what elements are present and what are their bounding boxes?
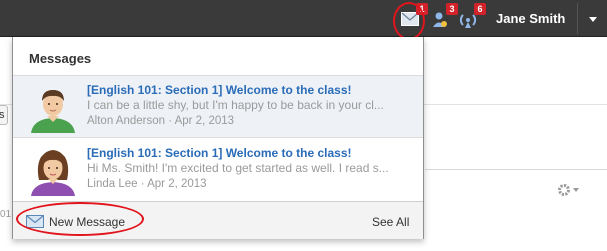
female-avatar xyxy=(28,146,78,196)
message-meta: Linda Lee · Apr 2, 2013 xyxy=(87,178,207,190)
user-name[interactable]: Jane Smith xyxy=(496,11,565,26)
dropdown-title: Messages xyxy=(29,51,92,66)
notifications-button[interactable]: 3 xyxy=(431,3,458,27)
message-item[interactable]: [English 101: Section 1] Welcome to the … xyxy=(13,139,423,201)
page-select-edge[interactable]: s xyxy=(0,105,8,125)
male-avatar xyxy=(28,83,78,133)
message-preview: Hi Ms. Smith! I'm excited to get started… xyxy=(87,161,389,175)
notifications-badge: 3 xyxy=(446,3,458,15)
page-edge-text: 01 xyxy=(0,209,12,220)
page-divider xyxy=(425,169,607,170)
see-all-link[interactable]: See All xyxy=(372,215,409,229)
message-item[interactable]: [English 101: Section 1] Welcome to the … xyxy=(13,76,423,138)
message-preview: I can be a little shy, but I'm happy to … xyxy=(87,98,384,112)
chevron-down-icon[interactable] xyxy=(578,0,607,37)
top-header: 1 3 6 Jane Smith xyxy=(0,0,607,40)
highlight-circle xyxy=(393,2,425,40)
feeds-badge: 6 xyxy=(474,3,486,15)
message-subject[interactable]: [English 101: Section 1] Welcome to the … xyxy=(87,146,352,160)
feeds-button[interactable]: 6 xyxy=(459,3,486,28)
message-subject[interactable]: [English 101: Section 1] Welcome to the … xyxy=(87,83,352,97)
message-meta: Alton Anderson · Apr 2, 2013 xyxy=(87,115,235,127)
highlight-circle xyxy=(16,202,144,236)
gear-icon[interactable] xyxy=(556,182,580,198)
